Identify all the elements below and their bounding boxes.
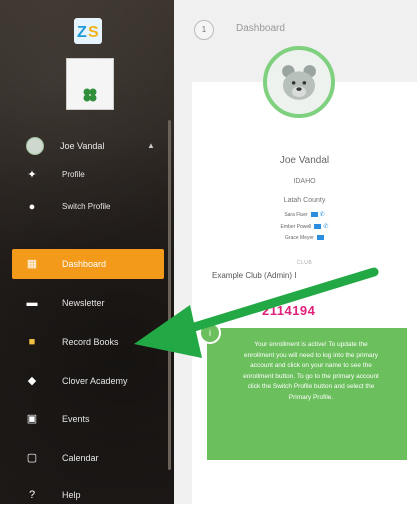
contact-name: Sara Fluer bbox=[284, 211, 308, 218]
phone-icon[interactable]: ✆ bbox=[320, 211, 325, 218]
sidebar-item-events[interactable]: ▣ Events bbox=[0, 404, 170, 434]
sidebar-item-clover-academy[interactable]: ◆ Clover Academy bbox=[0, 366, 170, 396]
calendar-check-icon: ▣ bbox=[26, 413, 38, 425]
email-icon[interactable] bbox=[316, 235, 324, 241]
sidebar-item-dashboard[interactable]: ▦ Dashboard bbox=[12, 249, 164, 279]
contact-row: Grace Meyer bbox=[192, 235, 417, 241]
switch-user-icon: ● bbox=[28, 201, 36, 213]
sidebar-item-record-books[interactable]: ■ Record Books bbox=[0, 327, 170, 357]
calendar-icon: ▢ bbox=[26, 452, 38, 464]
sidebar-item-label: Calendar bbox=[62, 453, 99, 463]
z4-logo-icon: Z S bbox=[74, 18, 102, 44]
notice-text: Your enrollment is active! To update the… bbox=[243, 341, 379, 401]
phone-icon[interactable]: ✆ bbox=[323, 223, 328, 230]
newsletter-icon: ▬ bbox=[26, 297, 38, 309]
club-label: CLUB bbox=[296, 260, 313, 266]
sidebar-item-label: Clover Academy bbox=[62, 376, 128, 386]
dashboard-icon: ▦ bbox=[26, 258, 38, 270]
record-books-icon: ■ bbox=[28, 336, 36, 348]
profile-name: Joe Vandal bbox=[279, 155, 330, 166]
contact-row: Sara Fluer ✆ bbox=[192, 211, 417, 218]
sidebar-item-label: Switch Profile bbox=[62, 202, 111, 211]
contact-name: Ember Powell bbox=[280, 223, 312, 230]
club-value: Example Club (Admin) I bbox=[212, 271, 297, 280]
person-icon: ✦ bbox=[27, 169, 37, 181]
sidebar-item-label: Dashboard bbox=[62, 259, 107, 269]
help-icon: ? bbox=[28, 489, 36, 501]
svg-text:S: S bbox=[88, 24, 99, 41]
info-icon: i bbox=[199, 322, 221, 344]
page-title: Dashboard bbox=[236, 23, 285, 34]
sidebar-item-label: Help bbox=[62, 490, 81, 500]
contact-row: Ember Powell ✆ bbox=[192, 223, 417, 230]
sidebar-item-newsletter[interactable]: ▬ Newsletter bbox=[0, 288, 170, 318]
contact-name: Grace Meyer bbox=[285, 235, 314, 241]
sidebar-item-label: Events bbox=[62, 414, 90, 424]
sidebar-item-switch-profile[interactable]: ● Switch Profile bbox=[0, 192, 170, 222]
sidebar-item-profile[interactable]: ✦ Profile bbox=[0, 160, 170, 190]
profile-county: Latah County bbox=[283, 197, 326, 204]
graduation-cap-icon: ◆ bbox=[27, 375, 37, 387]
user-name: Joe Vandal bbox=[60, 141, 105, 151]
enrollment-notice: i Your enrollment is active! To update t… bbox=[199, 322, 407, 460]
profile-avatar bbox=[263, 46, 335, 118]
member-id: 2114194 bbox=[262, 303, 316, 318]
step-number: 1 bbox=[194, 20, 214, 40]
chevron-up-icon: ▲ bbox=[147, 141, 155, 150]
avatar bbox=[26, 137, 44, 155]
email-icon[interactable] bbox=[310, 212, 318, 217]
sidebar-item-label: Newsletter bbox=[62, 298, 105, 308]
university-logo bbox=[66, 58, 114, 110]
email-icon[interactable] bbox=[314, 224, 322, 229]
4h-clover-icon bbox=[83, 88, 97, 102]
profile-state: IDAHO bbox=[293, 178, 316, 185]
svg-text:Z: Z bbox=[77, 24, 87, 41]
sidebar-item-help[interactable]: ? Help bbox=[0, 480, 170, 510]
sidebar-item-label: Record Books bbox=[62, 337, 119, 347]
sidebar-item-calendar[interactable]: ▢ Calendar bbox=[0, 443, 170, 473]
user-menu[interactable]: Joe Vandal ▲ bbox=[0, 133, 170, 159]
sidebar-item-label: Profile bbox=[62, 170, 85, 179]
